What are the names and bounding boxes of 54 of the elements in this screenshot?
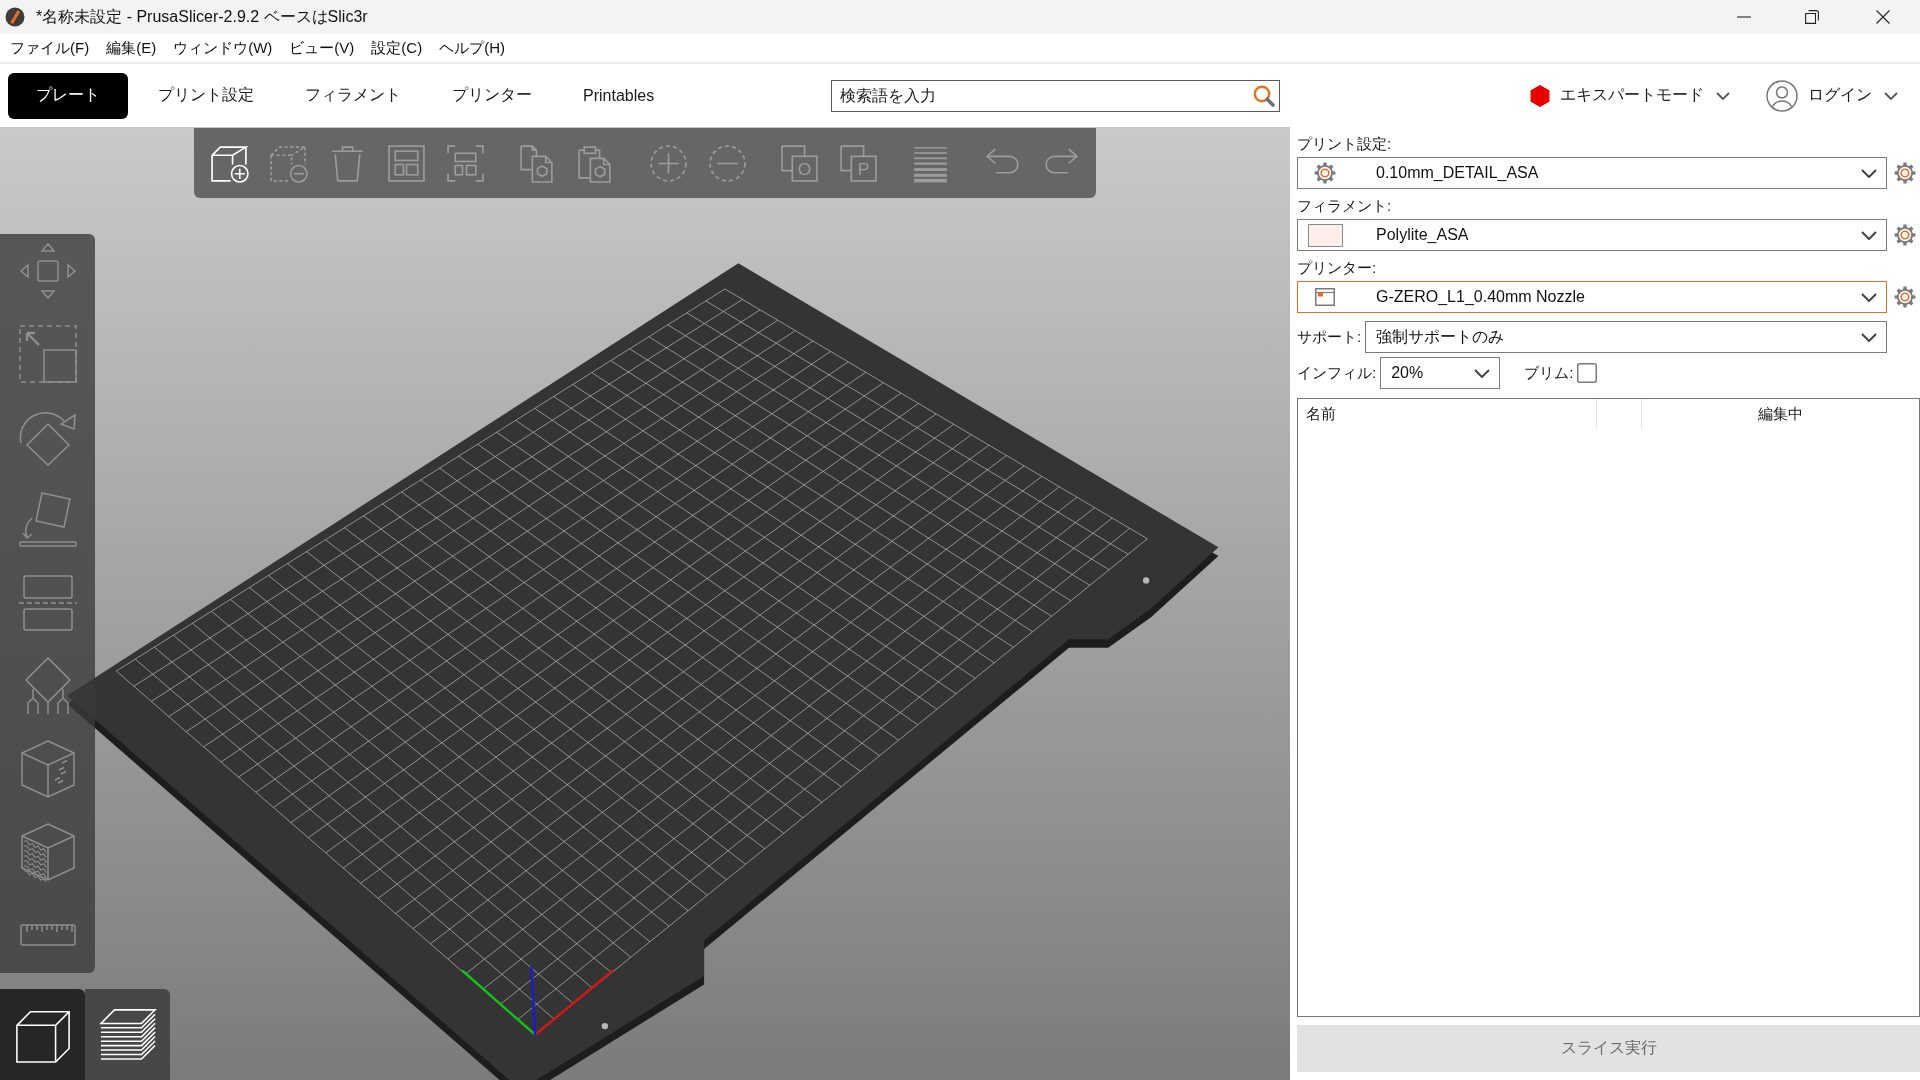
- chevron-icon: [1884, 91, 1898, 100]
- menu-item[interactable]: ウィンドウ(W): [173, 38, 273, 58]
- preset-label: プリント設定:: [1297, 134, 1392, 154]
- cut-icon[interactable]: [17, 573, 78, 633]
- settings-icon[interactable]: [1894, 162, 1916, 184]
- tab[interactable]: プレート: [8, 72, 128, 119]
- settings-icon[interactable]: [1894, 286, 1916, 308]
- chevron-icon: [1861, 168, 1877, 178]
- chevron-icon: [1716, 91, 1730, 100]
- login-menu[interactable]: ログイン: [1808, 85, 1898, 106]
- printer-icon: [1315, 288, 1335, 306]
- search-field[interactable]: 検索語を入力: [831, 79, 1280, 112]
- menu-item[interactable]: 編集(E): [106, 38, 157, 58]
- app-logo-icon: [5, 7, 25, 27]
- search-icon[interactable]: [1253, 84, 1275, 107]
- gear-icon: [1314, 162, 1336, 184]
- brim-checkbox[interactable]: [1577, 363, 1598, 383]
- column-header: 名前: [1298, 399, 1597, 429]
- close-icon[interactable]: [1876, 10, 1890, 24]
- menu-item[interactable]: ファイル(F): [10, 38, 90, 58]
- preset-dropdown[interactable]: 0.10mm_DETAIL_ASA: [1297, 157, 1887, 189]
- axes-icon: [461, 966, 614, 1036]
- tab[interactable]: フィラメント: [284, 72, 422, 119]
- support-dropdown[interactable]: 強制サポートのみ: [1365, 321, 1887, 353]
- menu-item[interactable]: ヘルプ(H): [439, 38, 505, 58]
- preset-label: プリンター:: [1297, 258, 1377, 278]
- tab[interactable]: Printables: [562, 72, 676, 119]
- menu-item[interactable]: ビュー(V): [289, 38, 355, 58]
- support-label: サポート:: [1297, 327, 1362, 347]
- move-icon[interactable]: [17, 241, 78, 301]
- menu-item[interactable]: 設定(C): [371, 38, 423, 58]
- window-title: *名称未設定 - PrusaSlicer-2.9.2 ベースはSlic3r: [36, 6, 368, 27]
- view-3d-button[interactable]: [0, 989, 85, 1080]
- mode-hexagon-icon: [1530, 84, 1550, 107]
- tab[interactable]: プリンター: [431, 72, 553, 119]
- infill-label: インフィル:: [1297, 363, 1377, 383]
- column-header: 編集中: [1757, 404, 1804, 424]
- infill-dropdown[interactable]: 20%: [1380, 357, 1501, 389]
- preset-dropdown[interactable]: G-ZERO_L1_0.40mm Nozzle: [1297, 281, 1887, 313]
- place-on-face-icon[interactable]: [17, 490, 78, 550]
- chevron-icon: [1861, 230, 1877, 240]
- preview-button[interactable]: [85, 989, 170, 1080]
- tab[interactable]: プリント設定: [137, 72, 275, 119]
- user-icon[interactable]: [1766, 79, 1798, 112]
- preset-label: フィラメント:: [1297, 196, 1392, 216]
- chevron-icon: [1861, 332, 1877, 342]
- mode-menu[interactable]: エキスパートモード: [1560, 85, 1730, 106]
- brim-label: ブリム:: [1524, 363, 1574, 383]
- scale-icon[interactable]: [17, 324, 78, 384]
- preset-dropdown[interactable]: Polylite_ASA: [1297, 219, 1887, 251]
- settings-icon[interactable]: [1894, 224, 1916, 246]
- chevron-icon: [1474, 368, 1491, 378]
- restore-icon[interactable]: [1805, 10, 1819, 24]
- chevron-icon: [1861, 292, 1877, 302]
